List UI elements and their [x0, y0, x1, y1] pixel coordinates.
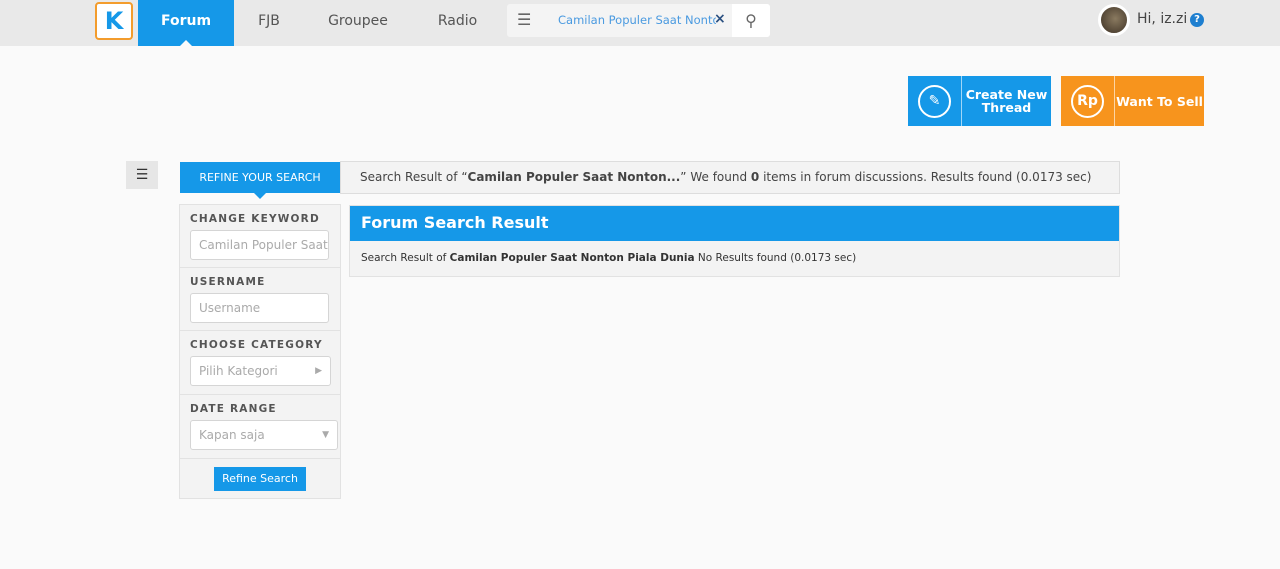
result-title: Forum Search Result [350, 206, 1119, 241]
refine-panel: CHANGE KEYWORD Camilan Populer Saat Nonto… [179, 204, 341, 499]
chevron-down-icon: ▼ [322, 430, 329, 440]
nav-fjb[interactable]: FJB [234, 0, 304, 46]
result-text: Search Result of Camilan Populer Saat No… [361, 252, 857, 264]
username-label: USERNAME [190, 276, 266, 288]
refine-search-button[interactable]: Refine Search [214, 467, 306, 491]
nav-groupee[interactable]: Groupee [310, 0, 406, 46]
avatar[interactable] [1098, 4, 1130, 36]
menu-icon[interactable]: ☰ [517, 10, 531, 29]
search-icon: ⚲ [745, 11, 757, 30]
create-thread-button[interactable]: ✎ Create New Thread [908, 76, 1051, 126]
kaskus-logo[interactable]: K [95, 2, 133, 40]
search-bar: ☰ Camilan Populer Saat Nonton Piala Duni… [507, 4, 770, 37]
nav-forum[interactable]: Forum [138, 0, 234, 46]
pencil-icon: ✎ [918, 84, 951, 118]
want-to-sell-label: Want To Sell [1116, 93, 1203, 109]
category-label: CHOOSE CATEGORY [190, 339, 323, 351]
help-icon[interactable]: ? [1190, 13, 1204, 27]
clear-icon[interactable]: × [714, 11, 726, 27]
create-thread-label: Create New Thread [965, 87, 1048, 115]
search-input[interactable]: Camilan Populer Saat Nonton Piala Dunia [558, 13, 716, 27]
date-range-label: DATE RANGE [190, 403, 277, 415]
nav-radio[interactable]: Radio [420, 0, 495, 46]
search-summary: Search Result of “Camilan Populer Saat N… [340, 161, 1120, 194]
keyword-input[interactable]: Camilan Populer Saat Nonton Piala Dunia [190, 230, 329, 260]
category-select[interactable]: Pilih Kategori ▶ [190, 356, 331, 386]
refine-search-tab: REFINE YOUR SEARCH [180, 162, 340, 199]
caret-right-icon: ▶ [315, 366, 322, 376]
forum-search-result: Forum Search Result Search Result of Cam… [349, 205, 1120, 277]
user-greeting[interactable]: Hi, iz.zi [1137, 11, 1187, 27]
search-button[interactable]: ⚲ [732, 4, 770, 37]
want-to-sell-button[interactable]: Rp Want To Sell [1061, 76, 1204, 126]
username-input[interactable]: Username [190, 293, 329, 323]
sidebar-toggle-button[interactable]: ☰ [126, 161, 158, 189]
keyword-label: CHANGE KEYWORD [190, 213, 320, 225]
date-range-select[interactable]: Kapan saja ▼ [190, 420, 338, 450]
rupiah-icon: Rp [1071, 84, 1104, 118]
